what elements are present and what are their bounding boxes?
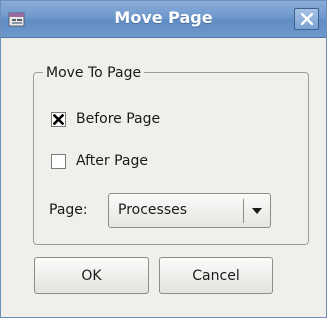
ok-button[interactable]: OK xyxy=(34,257,149,294)
close-button[interactable] xyxy=(294,8,319,30)
page-select-value: Processes xyxy=(118,202,188,218)
cancel-button[interactable]: Cancel xyxy=(159,257,273,294)
move-page-dialog: Move Page Move To Page Before Page After… xyxy=(0,0,327,318)
checkmark-icon xyxy=(53,113,64,125)
before-page-checkbox[interactable] xyxy=(51,111,66,127)
before-page-label: Before Page xyxy=(76,111,161,127)
window-title: Move Page xyxy=(114,8,213,27)
after-page-label: After Page xyxy=(76,153,148,169)
group-label: Move To Page xyxy=(43,65,145,81)
page-select-divider xyxy=(243,199,244,223)
after-page-option[interactable]: After Page xyxy=(51,153,148,169)
page-select[interactable]: Processes xyxy=(108,193,271,228)
after-page-checkbox[interactable] xyxy=(51,153,66,169)
close-icon xyxy=(301,13,313,25)
app-icon[interactable] xyxy=(8,10,26,28)
page-label: Page: xyxy=(49,202,88,218)
chevron-down-icon[interactable] xyxy=(251,207,263,215)
before-page-option[interactable]: Before Page xyxy=(51,111,160,127)
title-bar[interactable]: Move Page xyxy=(1,1,326,38)
